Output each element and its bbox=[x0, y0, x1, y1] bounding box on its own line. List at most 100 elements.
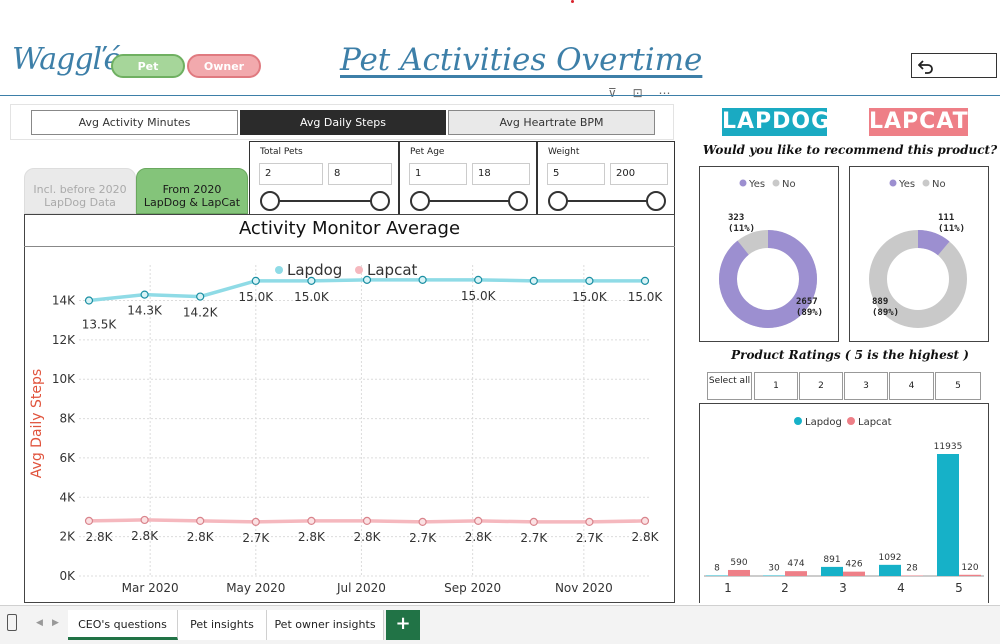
data-point bbox=[196, 516, 205, 526]
donut-value-yes: 2657 bbox=[796, 297, 818, 307]
data-label: 2.8K bbox=[354, 530, 382, 544]
bar-value-label: 426 bbox=[845, 560, 862, 570]
bar-lapdog bbox=[706, 575, 728, 576]
data-point bbox=[474, 275, 483, 284]
donut-pct-yes: (11%) bbox=[938, 224, 965, 234]
slicer-max-input[interactable]: 8 bbox=[328, 163, 392, 185]
data-point bbox=[362, 516, 372, 526]
y-tick-label: 8K bbox=[59, 412, 76, 426]
tab-from-2020[interactable]: From 2020 LapDog & LapCat bbox=[136, 168, 248, 214]
data-point bbox=[418, 275, 427, 284]
data-point bbox=[418, 517, 427, 526]
x-tick-label: 3 bbox=[839, 581, 847, 595]
bar-lapcat bbox=[728, 569, 750, 576]
bar-value-label: 8 bbox=[714, 564, 720, 574]
rating-filter-button[interactable]: 3 bbox=[844, 372, 888, 400]
bar-lapcat bbox=[785, 571, 807, 576]
ratings-bar-panel: Lapdog Lapcat 8 590 1 30 474 2 891 426 3 1092 28 4 119… bbox=[699, 403, 989, 603]
x-tick-label: 5 bbox=[955, 581, 963, 595]
data-point bbox=[307, 516, 316, 526]
data-point bbox=[251, 276, 260, 285]
data-point bbox=[140, 515, 149, 525]
data-label: 2.7K bbox=[242, 531, 270, 545]
slider-min-handle[interactable] bbox=[260, 191, 280, 211]
bar-value-label: 891 bbox=[823, 555, 840, 565]
donut-slice-yes bbox=[719, 230, 817, 328]
legend-label-yes: Yes bbox=[898, 179, 915, 190]
slicer-min-input[interactable]: 5 bbox=[547, 163, 605, 185]
ratings-title: Product Ratings ( 5 is the highest ) bbox=[731, 348, 969, 362]
donut-pct-no: (11%) bbox=[728, 224, 755, 234]
waggle-logo: Waggľé bbox=[12, 42, 121, 77]
sheet-tab-pet-owner-insights[interactable]: Pet owner insights bbox=[267, 610, 384, 640]
activity-line-chart[interactable]: 0K 2K 4K 6K 8K 10K 12K 14K Mar 2020 May 2020 Jul 2… bbox=[25, 247, 674, 602]
back-button[interactable] bbox=[911, 53, 997, 78]
x-tick-label: 1 bbox=[724, 581, 732, 595]
x-tick-label: Mar 2020 bbox=[122, 581, 179, 595]
y-tick-label: 14K bbox=[52, 294, 76, 308]
lapdog-recommend-donut[interactable]: Yes No 2657(89%) 323(11%) bbox=[700, 167, 838, 341]
data-point bbox=[362, 275, 372, 284]
data-point bbox=[640, 276, 650, 285]
visual-toolbar-icons[interactable]: ⊽ ⊡ ⋯ bbox=[608, 86, 676, 100]
bar-value-label: 1092 bbox=[879, 553, 902, 563]
legend-marker bbox=[355, 266, 363, 274]
x-tick-label: 4 bbox=[897, 581, 905, 595]
rating-filter-button[interactable]: 1 bbox=[754, 372, 798, 400]
legend-marker-no bbox=[922, 179, 930, 187]
slider-max-handle[interactable] bbox=[646, 191, 666, 211]
next-sheet-icon[interactable]: ▶ bbox=[52, 618, 59, 628]
ratings-bar-chart[interactable]: Lapdog Lapcat 8 590 1 30 474 2 891 426 3 1092 284 119… bbox=[700, 404, 988, 604]
slider-track[interactable] bbox=[418, 200, 518, 202]
slicer-max-input[interactable]: 200 bbox=[610, 163, 668, 185]
rating-filter-button[interactable]: Select all bbox=[707, 372, 752, 400]
slider-min-handle[interactable] bbox=[548, 191, 568, 211]
tab-avg-daily-steps[interactable]: Avg Daily Steps bbox=[240, 110, 446, 135]
lapcat-logo: LAPCAT bbox=[869, 108, 969, 136]
x-tick-label: Sep 2020 bbox=[444, 581, 501, 595]
slider-max-handle[interactable] bbox=[370, 191, 390, 211]
slicer-min-input[interactable]: 1 bbox=[409, 163, 467, 185]
data-point bbox=[307, 276, 316, 285]
sheet-tab-pet-insights[interactable]: Pet insights bbox=[178, 610, 267, 640]
slicer-pet-age: Pet Age 1 18 bbox=[399, 141, 537, 215]
bar-value-label: 120 bbox=[961, 563, 978, 573]
bar-value-label: 474 bbox=[787, 559, 804, 569]
x-tick-label: Nov 2020 bbox=[555, 581, 613, 595]
owner-button[interactable]: Owner bbox=[187, 54, 261, 78]
legend-marker bbox=[275, 266, 283, 274]
legend-marker bbox=[794, 417, 802, 425]
data-point bbox=[196, 292, 205, 301]
legend-marker-yes bbox=[739, 179, 747, 187]
slider-min-handle[interactable] bbox=[410, 191, 430, 211]
y-tick-label: 12K bbox=[52, 333, 76, 347]
data-label: 14.2K bbox=[183, 306, 219, 320]
prev-sheet-icon[interactable]: ◀ bbox=[36, 618, 43, 628]
mobile-layout-icon[interactable] bbox=[7, 614, 17, 631]
tab-avg-heartrate-bpm[interactable]: Avg Heartrate BPM bbox=[448, 110, 655, 135]
slicer-min-input[interactable]: 2 bbox=[259, 163, 323, 185]
tab-avg-activity-minutes[interactable]: Avg Activity Minutes bbox=[31, 110, 238, 135]
donut-value-no: 323 bbox=[728, 213, 744, 223]
rating-filter-button[interactable]: 5 bbox=[935, 372, 981, 400]
data-label: 2.8K bbox=[86, 530, 114, 544]
data-label: 2.8K bbox=[131, 529, 159, 543]
add-sheet-button[interactable]: + bbox=[386, 610, 420, 640]
tab-line: From 2020 bbox=[162, 183, 222, 196]
rating-filter-button[interactable]: 4 bbox=[889, 372, 934, 400]
pet-button[interactable]: Pet bbox=[111, 54, 185, 78]
slider-track[interactable] bbox=[268, 200, 380, 202]
data-point bbox=[529, 276, 538, 285]
rating-filter-button[interactable]: 2 bbox=[799, 372, 843, 400]
tab-line: LapDog Data bbox=[44, 196, 116, 209]
bar-value-label: 11935 bbox=[934, 442, 963, 452]
slicer-max-input[interactable]: 18 bbox=[472, 163, 530, 185]
lapcat-recommend-donut[interactable]: Yes No 111(11%) 889(89%) bbox=[850, 167, 988, 341]
sheet-tab-ceo-questions[interactable]: CEO's questions bbox=[68, 610, 178, 640]
legend-marker bbox=[847, 417, 855, 425]
slider-max-handle[interactable] bbox=[508, 191, 528, 211]
slider-track[interactable] bbox=[556, 200, 656, 202]
data-label: 14.3K bbox=[127, 304, 163, 318]
red-dot bbox=[571, 0, 574, 3]
tab-incl-before-2020[interactable]: Incl. before 2020 LapDog Data bbox=[24, 168, 136, 214]
